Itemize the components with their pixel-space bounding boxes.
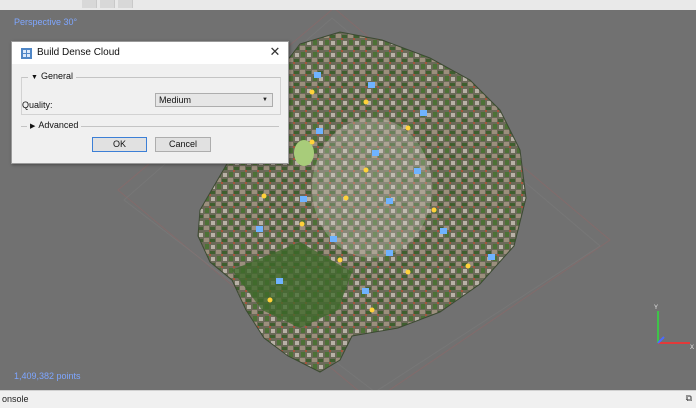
- advanced-group: ▶ Advanced: [21, 120, 279, 130]
- point-count-label: 1,409,382 points: [14, 371, 81, 381]
- camera-marker: [362, 288, 369, 294]
- triangle-down-icon: ▼: [31, 74, 38, 81]
- gcp-marker: [299, 221, 305, 227]
- status-bar: onsole ⧉: [0, 390, 696, 408]
- camera-marker: [386, 250, 393, 256]
- svg-text:X: X: [690, 345, 694, 351]
- camera-marker: [488, 254, 495, 260]
- gcp-marker: [405, 269, 411, 275]
- advanced-group-toggle[interactable]: ▶ Advanced: [27, 120, 82, 130]
- camera-marker: [414, 168, 421, 174]
- gcp-marker: [431, 207, 437, 213]
- gcp-marker: [465, 263, 471, 269]
- gcp-marker: [363, 167, 369, 173]
- axis-gizmo: Y X: [654, 305, 694, 351]
- camera-marker: [386, 198, 393, 204]
- camera-marker: [440, 228, 447, 234]
- dialog-title: Build Dense Cloud: [37, 47, 120, 58]
- gcp-marker: [267, 297, 273, 303]
- console-tab[interactable]: onsole: [2, 394, 29, 404]
- quality-select[interactable]: Medium ▼: [155, 93, 273, 107]
- gcp-marker: [309, 139, 315, 145]
- dense-cloud-icon: [21, 48, 32, 59]
- toolbar-tab-stub[interactable]: [82, 0, 97, 8]
- camera-marker: [330, 236, 337, 242]
- svg-text:Y: Y: [654, 305, 658, 311]
- dialog-titlebar[interactable]: Build Dense Cloud ✕: [12, 42, 288, 64]
- camera-marker: [368, 82, 375, 88]
- quality-label: Quality:: [22, 100, 53, 110]
- gcp-marker: [363, 99, 369, 105]
- chevron-down-icon: ▼: [262, 97, 268, 103]
- dock-icon[interactable]: ⧉: [686, 393, 692, 404]
- build-dense-cloud-dialog: Build Dense Cloud ✕ ▼ General Quality: Me…: [11, 41, 289, 164]
- quality-value: Medium: [159, 95, 192, 105]
- toolbar-tab-stub[interactable]: [118, 0, 133, 8]
- general-group-label: General: [40, 71, 73, 81]
- gcp-marker: [343, 195, 349, 201]
- camera-marker: [372, 150, 379, 156]
- camera-marker: [256, 226, 263, 232]
- gcp-marker: [337, 257, 343, 263]
- camera-marker: [276, 278, 283, 284]
- gcp-marker: [309, 89, 315, 95]
- viewport-mode-label: Perspective 30°: [14, 17, 78, 27]
- camera-marker: [420, 110, 427, 116]
- camera-marker: [314, 72, 321, 78]
- gcp-marker: [405, 125, 411, 131]
- gcp-marker: [369, 307, 375, 313]
- camera-marker: [316, 128, 323, 134]
- toolbar-tab-stub[interactable]: [100, 0, 115, 8]
- cancel-button[interactable]: Cancel: [155, 137, 211, 152]
- triangle-right-icon: ▶: [30, 123, 36, 130]
- advanced-group-label: Advanced: [38, 120, 79, 130]
- general-group-toggle[interactable]: ▼ General: [28, 71, 76, 81]
- gcp-marker: [261, 193, 267, 199]
- ok-button[interactable]: OK: [92, 137, 147, 152]
- close-icon[interactable]: ✕: [268, 45, 282, 59]
- camera-marker: [300, 196, 307, 202]
- top-toolbar-strip: [0, 0, 696, 10]
